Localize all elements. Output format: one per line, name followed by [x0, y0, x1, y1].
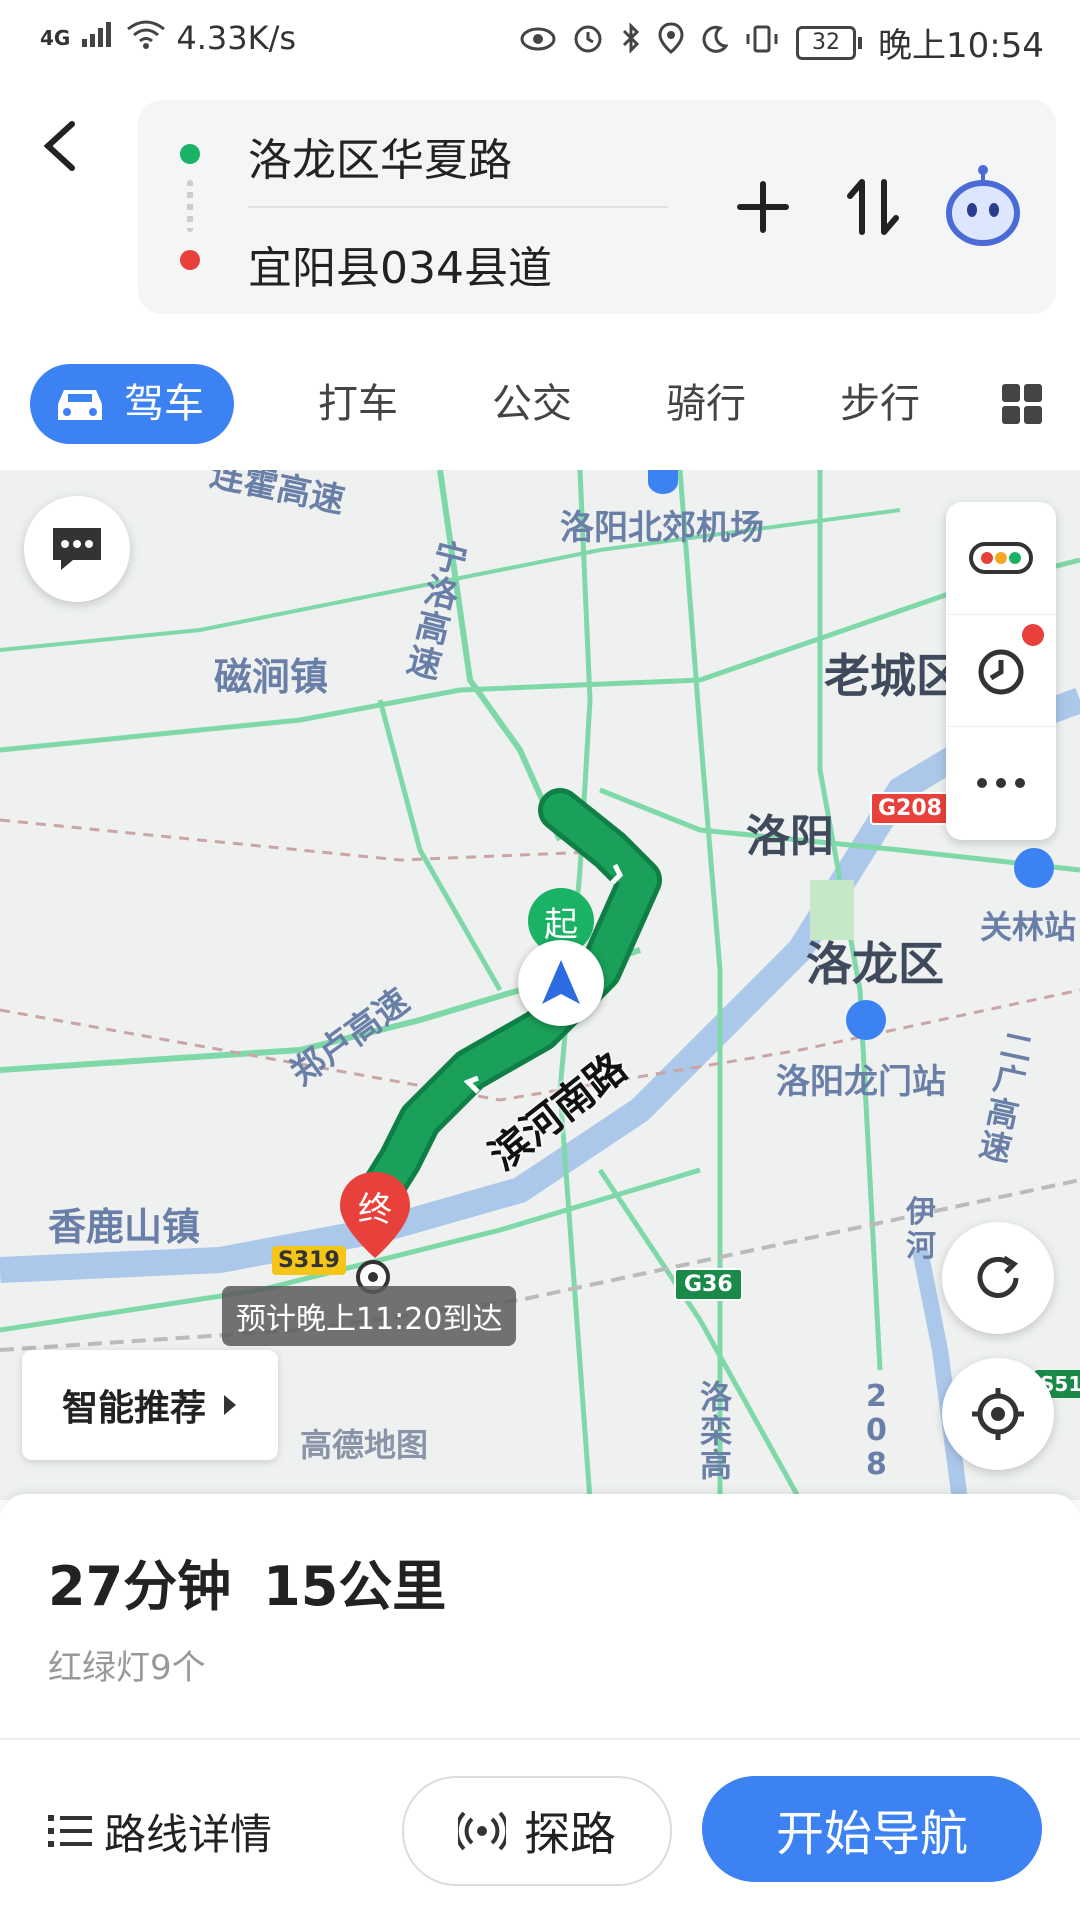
triangle-right-icon — [224, 1395, 236, 1415]
refresh-icon — [977, 1255, 1019, 1298]
route-input-box: 洛龙区华夏路 宜阳县034县道 — [138, 100, 1056, 314]
status-bar: 4G 4.33K/s 32 晚上10:54 — [0, 0, 1080, 80]
more-button[interactable] — [946, 726, 1056, 840]
smart-recommend-button[interactable]: 智能推荐 — [22, 1350, 278, 1460]
clock: 晚上10:54 — [878, 26, 1044, 66]
assistant-button[interactable] — [938, 158, 1028, 248]
list-icon — [48, 1815, 92, 1847]
map-watermark: 高德地图 — [300, 1426, 429, 1464]
wifi-icon — [126, 18, 166, 58]
station-icon-guanlin — [1014, 848, 1054, 888]
locate-me-button[interactable] — [942, 1358, 1054, 1470]
traffic-light-icon — [969, 542, 1033, 574]
traffic-lights-count: 红绿灯9个 — [48, 1648, 206, 1688]
map-view[interactable]: 连霍高速 洛阳北郊机场 宁洛高速 磁涧镇 老城区 洛阳 洛龙区 关林站 洛阳龙门… — [0, 470, 1080, 1500]
location-icon — [658, 22, 684, 63]
map-label-station2: 洛阳龙门站 — [776, 1062, 946, 1102]
back-button[interactable] — [40, 116, 100, 176]
route-distance: 15公里 — [263, 1555, 447, 1618]
navigation-arrow-icon — [542, 960, 580, 1004]
clock-history-icon — [978, 649, 1024, 695]
swap-route-button[interactable] — [838, 172, 908, 242]
grid-icon — [1002, 384, 1042, 424]
smart-recommend-label: 智能推荐 — [61, 1388, 206, 1429]
transport-tabs: 驾车 打车 公交 骑行 步行 — [0, 350, 1080, 460]
route-time: 27分钟 — [48, 1555, 232, 1618]
car-icon — [58, 390, 102, 420]
start-marker-label: 起 — [544, 904, 578, 945]
start-location-field[interactable]: 洛龙区华夏路 — [248, 124, 512, 188]
map-label-town1: 磁涧镇 — [214, 655, 329, 699]
tab-taxi[interactable]: 打车 — [318, 364, 398, 444]
notification-dot — [1022, 624, 1044, 646]
route-summary-sheet: 27分钟 15公里 红绿灯9个 路线详情 探路 开始导航 — [0, 1494, 1080, 1920]
route-details-label: 路线详情 — [104, 1809, 273, 1859]
end-dot — [180, 250, 200, 270]
chat-bubble-icon — [53, 528, 101, 570]
station-icon-longmen — [846, 1000, 886, 1040]
route-connector — [187, 180, 193, 232]
route-summary: 27分钟 15公里 — [48, 1542, 446, 1621]
map-label-airport: 洛阳北郊机场 — [560, 508, 764, 548]
eye-icon — [520, 23, 556, 63]
map-label-town2: 香鹿山镇 — [48, 1205, 201, 1249]
end-marker-label: 终 — [358, 1190, 392, 1230]
start-dot — [180, 144, 200, 164]
map-tool-stack — [946, 502, 1056, 840]
chevron-left-icon — [43, 121, 75, 171]
route-divider — [248, 206, 668, 208]
crosshair-icon — [972, 1388, 1024, 1440]
battery-icon: 32 — [796, 25, 863, 60]
map-label-num208: 208 — [866, 1379, 887, 1482]
refresh-button[interactable] — [942, 1222, 1054, 1334]
end-location-field[interactable]: 宜阳县034县道 — [248, 232, 552, 296]
explore-route-button[interactable]: 探路 — [402, 1776, 672, 1886]
status-right: 32 晚上10:54 — [520, 18, 1044, 67]
shield-s319: S319 — [272, 1246, 346, 1275]
eta-label: 预计晚上11:20到达 — [222, 1286, 517, 1346]
tab-walk[interactable]: 步行 — [840, 364, 920, 444]
route-details-button[interactable]: 路线详情 — [48, 1776, 272, 1886]
vibrate-icon — [744, 23, 780, 63]
history-button[interactable] — [946, 614, 1056, 727]
sheet-divider — [0, 1738, 1080, 1740]
start-navigation-button[interactable]: 开始导航 — [702, 1776, 1042, 1882]
tab-bike[interactable]: 骑行 — [666, 364, 746, 444]
more-modes-button[interactable] — [1000, 382, 1044, 426]
plus-icon — [737, 181, 789, 233]
tab-drive[interactable]: 驾车 — [30, 364, 234, 444]
end-marker: 终 — [338, 1170, 412, 1260]
map-label-district: 洛龙区 — [806, 937, 944, 991]
current-location-marker — [518, 940, 604, 1026]
swap-icon — [847, 179, 899, 235]
shield-g208: G208 — [870, 792, 950, 825]
traffic-button[interactable] — [946, 502, 1056, 615]
more-dots-icon — [977, 778, 1025, 788]
feedback-button[interactable] — [24, 496, 130, 602]
moon-icon — [700, 23, 729, 63]
battery-level: 32 — [796, 25, 857, 60]
map-label-station1: 关林站 — [980, 908, 1077, 946]
map-label-river: 伊河 — [906, 1195, 936, 1264]
tab-drive-label: 驾车 — [124, 381, 204, 427]
network-speed: 4.33K/s — [176, 19, 297, 57]
airport-icon — [648, 470, 678, 494]
map-label-hw3: 洛栾高 — [700, 1378, 733, 1484]
signal-icon — [80, 18, 116, 58]
status-left: 4G 4.33K/s — [40, 18, 296, 58]
map-label-city2: 洛阳 — [746, 811, 834, 862]
map-label-city1: 老城区 — [824, 649, 962, 703]
broadcast-icon — [458, 1811, 506, 1851]
network-indicator: 4G — [40, 26, 71, 50]
alarm-icon — [572, 22, 604, 63]
assistant-robot-icon — [946, 165, 1020, 246]
shield-g36: G36 — [674, 1268, 743, 1301]
add-waypoint-button[interactable] — [728, 172, 798, 242]
tab-bus[interactable]: 公交 — [492, 364, 572, 444]
explore-route-label: 探路 — [524, 1807, 616, 1861]
bluetooth-icon — [620, 22, 642, 63]
